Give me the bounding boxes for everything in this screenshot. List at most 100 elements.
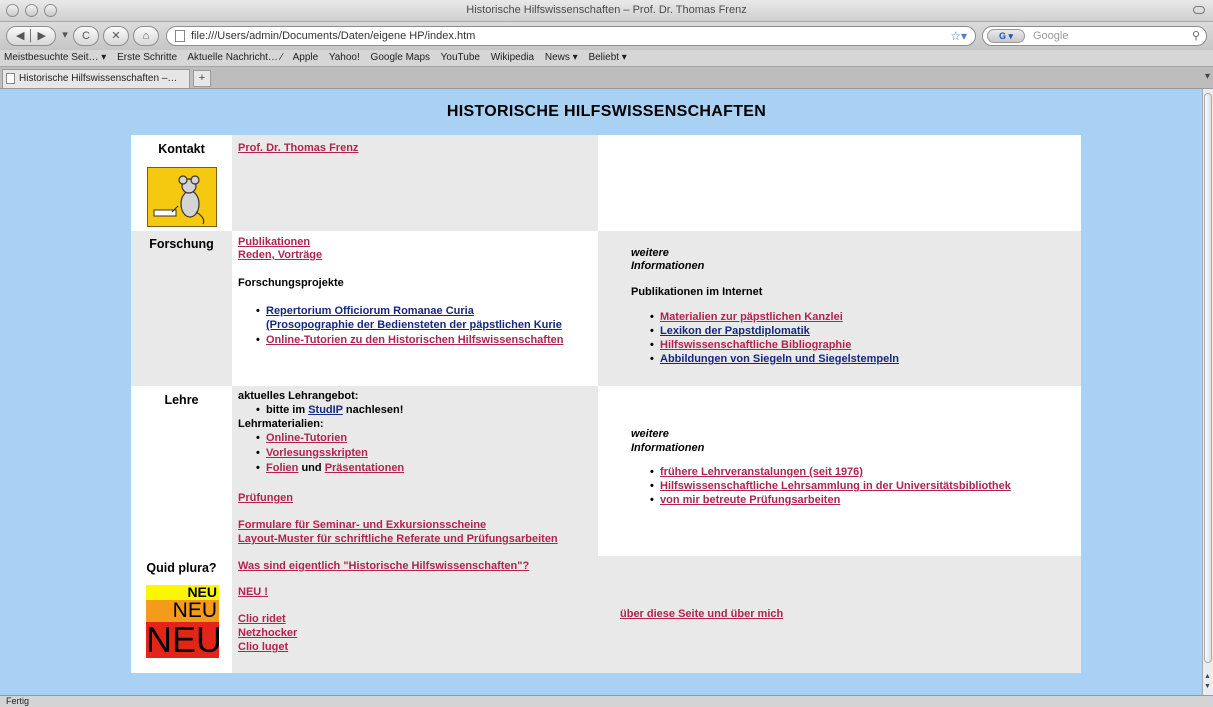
siegel-link[interactable]: Abbildungen von Siegeln und Siegelstempe… bbox=[660, 353, 899, 365]
back-forward-buttons[interactable]: ◀ │ ▶ bbox=[6, 26, 56, 46]
repertorium-link[interactable]: Repertorium Officiorum Romanae Curia bbox=[266, 305, 474, 317]
list-item: • von mir betreute Prüfungsarbeiten bbox=[650, 494, 841, 506]
scroll-up-icon[interactable]: ▲ bbox=[1204, 673, 1211, 680]
list-item: • Online-Tutorien bbox=[256, 432, 348, 444]
frenz-link[interactable]: Prof. Dr. Thomas Frenz bbox=[238, 142, 358, 154]
bookmark-item[interactable]: Meistbesuchte Seit… ▾ bbox=[4, 52, 106, 63]
back-arrow-icon[interactable]: ◀ bbox=[16, 30, 24, 42]
lehre-content-cell: aktuelles Lehrangebot: • bitte im StudIP … bbox=[232, 386, 598, 556]
mouse-logo[interactable] bbox=[147, 167, 217, 227]
formulare-link[interactable]: Formulare für Seminar- und Exkursionssch… bbox=[238, 519, 486, 531]
list-item: • Hilfswissenschaftliche Bibliographie bbox=[650, 339, 852, 351]
reload-button[interactable]: C bbox=[73, 26, 99, 46]
internet-heading: Publikationen im Internet bbox=[631, 286, 763, 298]
was-sind-link[interactable]: Was sind eigentlich "Historische Hilfswi… bbox=[238, 560, 529, 572]
bookmark-star-icon[interactable]: ☆▾ bbox=[950, 27, 967, 45]
bookmark-item[interactable]: Wikipedia bbox=[491, 52, 534, 63]
vorlesungsskripten-link[interactable]: Vorlesungsskripten bbox=[266, 447, 368, 459]
bookmark-item[interactable]: Google Maps bbox=[371, 52, 430, 63]
neu-link[interactable]: NEU ! bbox=[238, 586, 268, 598]
bookmark-item[interactable]: Yahoo! bbox=[329, 52, 360, 63]
lehrveranstaltungen-link[interactable]: frühere Lehrveranstalungen (seit 1976) bbox=[660, 466, 863, 478]
lehrmaterialien-heading: Lehrmaterialien: bbox=[238, 418, 324, 430]
list-item: • Vorlesungsskripten bbox=[256, 447, 368, 459]
pruefungsarbeiten-link[interactable]: von mir betreute Prüfungsarbeiten bbox=[660, 494, 840, 506]
publikationen-link[interactable]: Publikationen bbox=[238, 236, 310, 248]
search-engine-icon[interactable]: G ▾ bbox=[987, 29, 1025, 43]
history-dropdown-icon[interactable]: ▾ bbox=[62, 26, 68, 46]
new-tab-button[interactable]: + bbox=[193, 70, 211, 87]
informationen-label: Informationen bbox=[631, 260, 705, 272]
folien-link[interactable]: Folien bbox=[266, 462, 298, 474]
toolbar-toggle-button[interactable] bbox=[1193, 6, 1205, 14]
lehrsammlung-link[interactable]: Hilfswissenschaftliche Lehrsammlung in d… bbox=[660, 480, 1011, 492]
reden-link[interactable]: Reden, Vorträge bbox=[238, 249, 322, 261]
bookmark-item[interactable]: News ▾ bbox=[545, 52, 578, 63]
list-item: • Hilfswissenschaftliche Lehrsammlung in … bbox=[650, 480, 1011, 492]
scrollbar-thumb[interactable] bbox=[1204, 93, 1212, 663]
bookmarks-toolbar: Meistbesuchte Seit… ▾ Erste Schritte Akt… bbox=[0, 50, 1213, 67]
lehre-label: Lehre bbox=[164, 393, 199, 407]
lehre-right-cell: weitere Informationen • frühere Lehrveran… bbox=[598, 386, 1081, 556]
forschung-label-cell: Forschung bbox=[131, 231, 232, 386]
tab-label: Historische Hilfswissenschaften –… bbox=[19, 73, 178, 84]
prosopographie-link[interactable]: (Prosopographie der Bediensteten der päp… bbox=[266, 319, 562, 331]
page-icon bbox=[6, 73, 15, 84]
main-table: Kontakt Prof. Dr. Thomas Frenz Forschung bbox=[131, 135, 1081, 673]
tutorien-link[interactable]: Online-Tutorien bbox=[266, 432, 347, 444]
list-item: • Repertorium Officiorum Romanae Curia bbox=[256, 305, 474, 317]
netzhocker-link[interactable]: Netzhocker bbox=[238, 627, 297, 639]
search-field[interactable]: G ▾ Google ⚲ bbox=[982, 26, 1207, 46]
home-button[interactable]: ⌂ bbox=[133, 26, 159, 46]
online-tutorien-link[interactable]: Online-Tutorien zu den Historischen Hilf… bbox=[266, 334, 563, 346]
neu-band-red: NEU bbox=[146, 622, 219, 658]
layout-muster-link[interactable]: Layout-Muster für schriftliche Referate … bbox=[238, 533, 558, 545]
forschung-right-cell: weitere Informationen Publikationen im I… bbox=[598, 231, 1081, 386]
url-bar[interactable]: file:///Users/admin/Documents/Daten/eige… bbox=[166, 26, 976, 46]
weitere-label: weitere bbox=[631, 247, 669, 259]
neu-band-orange: NEU bbox=[146, 600, 219, 622]
quid-right-cell: über diese Seite und über mich bbox=[598, 556, 1081, 673]
weitere-label: weitere bbox=[631, 428, 669, 440]
praesentationen-link[interactable]: Präsentationen bbox=[325, 462, 404, 474]
kontakt-label-cell: Kontakt bbox=[131, 135, 232, 231]
list-item: • Lexikon der Papstdiplomatik bbox=[650, 325, 810, 337]
tab-bar: Historische Hilfswissenschaften –… + ▾ bbox=[0, 67, 1213, 89]
informationen-label: Informationen bbox=[631, 442, 705, 454]
pruefungen-link[interactable]: Prüfungen bbox=[238, 492, 293, 504]
clio-luget-link[interactable]: Clio luget bbox=[238, 641, 288, 653]
status-bar: Fertig bbox=[0, 695, 1213, 707]
quid-content-cell: Was sind eigentlich "Historische Hilfswi… bbox=[232, 556, 598, 673]
bookmark-item[interactable]: Beliebt ▾ bbox=[588, 52, 626, 63]
bookmark-item[interactable]: Aktuelle Nachricht… ⁄ bbox=[187, 52, 282, 63]
window-title: Historische Hilfswissenschaften – Prof. … bbox=[466, 4, 747, 16]
studip-link[interactable]: StudIP bbox=[308, 404, 343, 416]
kanzlei-link[interactable]: Materialien zur päpstlichen Kanzlei bbox=[660, 311, 843, 323]
about-link[interactable]: über diese Seite und über mich bbox=[620, 608, 783, 620]
lehre-label-cell: Lehre bbox=[131, 386, 232, 556]
list-item: • frühere Lehrveranstalungen (seit 1976) bbox=[650, 466, 863, 478]
list-item: (Prosopographie der Bediensteten der päp… bbox=[266, 319, 562, 331]
stop-button[interactable]: ✕ bbox=[103, 26, 129, 46]
search-icon[interactable]: ⚲ bbox=[1192, 27, 1200, 45]
tab-current[interactable]: Historische Hilfswissenschaften –… bbox=[2, 69, 190, 88]
forschung-content-cell: Publikationen Reden, Vorträge Forschungs… bbox=[232, 231, 598, 386]
tab-list-icon[interactable]: ▾ bbox=[1205, 71, 1210, 82]
clio-ridet-link[interactable]: Clio ridet bbox=[238, 613, 286, 625]
bookmark-item[interactable]: YouTube bbox=[441, 52, 480, 63]
neu-image[interactable]: NEU NEU NEU bbox=[146, 585, 219, 658]
neu-band-yellow: NEU bbox=[146, 585, 219, 600]
list-item: • Abbildungen von Siegeln und Siegelstemp… bbox=[650, 353, 899, 365]
bookmark-item[interactable]: Erste Schritte bbox=[117, 52, 177, 63]
mouse-icon bbox=[153, 175, 205, 225]
kontakt-right-cell bbox=[598, 135, 1081, 231]
vertical-scrollbar[interactable]: ▲ ▼ bbox=[1202, 89, 1213, 695]
lexikon-link[interactable]: Lexikon der Papstdiplomatik bbox=[660, 325, 810, 337]
page-title: HISTORISCHE HILFSWISSENSCHAFTEN bbox=[446, 103, 767, 120]
kontakt-label: Kontakt bbox=[158, 142, 205, 156]
scroll-down-icon[interactable]: ▼ bbox=[1204, 683, 1211, 690]
forward-arrow-icon[interactable]: ▶ bbox=[38, 30, 46, 42]
bookmark-item[interactable]: Apple bbox=[293, 52, 319, 63]
list-item: • Online-Tutorien zu den Historischen Hil… bbox=[256, 334, 564, 346]
bibliographie-link[interactable]: Hilfswissenschaftliche Bibliographie bbox=[660, 339, 851, 351]
